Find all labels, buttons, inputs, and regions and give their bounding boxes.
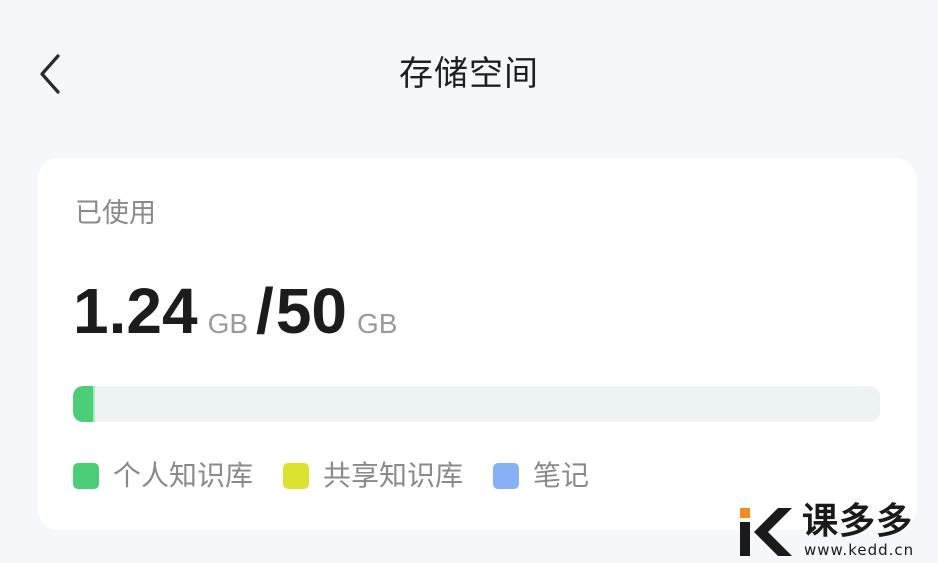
used-label: 已使用 bbox=[75, 198, 156, 229]
kedd-logo-icon bbox=[740, 508, 792, 556]
total-unit: GB bbox=[357, 308, 398, 339]
legend-label-notes: 笔记 bbox=[533, 459, 590, 492]
watermark-brand: 课多多 bbox=[802, 501, 914, 542]
used-unit: GB bbox=[207, 308, 249, 339]
used-value: 1.24 bbox=[73, 275, 198, 347]
watermark: 课多多 www.kedd.cn bbox=[738, 500, 936, 560]
legend-swatch-shared-kb bbox=[283, 463, 310, 489]
header-bar: 存储空间 bbox=[0, 0, 938, 150]
storage-legend: 个人知识库 共享知识库 笔记 bbox=[73, 456, 619, 496]
legend-item-notes: 笔记 bbox=[493, 456, 589, 496]
legend-item-personal-kb: 个人知识库 bbox=[73, 456, 253, 496]
usage-separator: / bbox=[256, 275, 274, 347]
legend-label-shared-kb: 共享知识库 bbox=[323, 459, 464, 492]
legend-item-shared-kb: 共享知识库 bbox=[283, 456, 463, 496]
storage-usage-card: 已使用 1.24 GB / 50 GB 个人知识库 共享知识库 笔记 bbox=[38, 158, 916, 530]
page-title: 存储空间 bbox=[399, 54, 539, 94]
legend-swatch-personal-kb bbox=[73, 463, 99, 489]
watermark-url: www.kedd.cn bbox=[804, 541, 915, 559]
usage-summary: 1.24 GB / 50 GB bbox=[73, 276, 397, 346]
legend-swatch-notes bbox=[493, 463, 520, 489]
storage-progress-bar bbox=[73, 386, 880, 422]
legend-label-personal-kb: 个人知识库 bbox=[113, 459, 254, 492]
total-value: 50 bbox=[275, 275, 347, 347]
storage-progress-fill bbox=[73, 386, 93, 422]
